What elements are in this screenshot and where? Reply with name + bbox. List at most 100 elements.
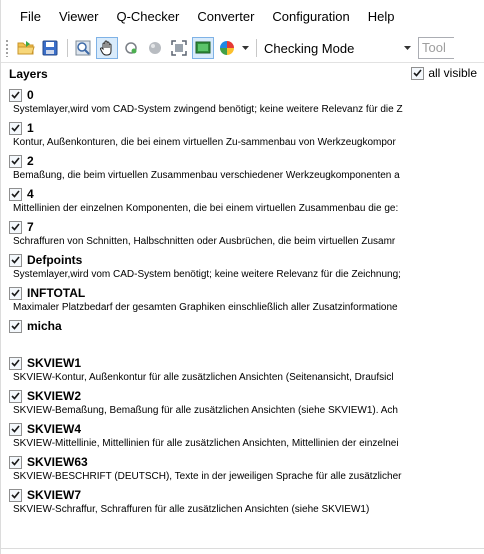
layer-item[interactable]: SKVIEW1 SKVIEW-Kontur, Außenkontur für al… [9,356,483,384]
layer-item[interactable]: 4 Mittellinien der einzelnen Komponenten,… [9,187,483,215]
layer-name: 7 [27,220,34,234]
layer-item[interactable]: 1 Kontur, Außenkonturen, die bei einem vi… [9,121,483,149]
sphere-icon [149,42,161,54]
layer-item[interactable]: INFTOTAL Maximaler Platzbedarf der gesamt… [9,286,483,314]
layer-description: Bemaßung, die beim virtuellen Zusammenba… [13,170,400,181]
menu-configuration[interactable]: Configuration [263,0,358,34]
menu-q-checker[interactable]: Q-Checker [107,0,188,34]
menu-file[interactable]: File [20,0,50,34]
layer-header: SKVIEW63 [9,455,483,469]
layer-description: Maximaler Platzbedarf der gesamten Graph… [13,302,398,313]
layer-description: SKVIEW-Mittellinie, Mittellinien für all… [13,438,399,449]
menu-converter[interactable]: Converter [188,0,263,34]
layer-item[interactable]: 2 Bemaßung, die beim virtuellen Zusammenb… [9,154,483,182]
zoom-button[interactable] [72,37,94,59]
layer-name: 1 [27,121,34,135]
layer-header: 7 [9,220,483,234]
layer-visible-checkbox[interactable] [9,154,22,168]
toolbar-separator [256,39,257,57]
checkbox[interactable] [411,66,425,80]
layers-panel: Layers all visible 0 Systemlayer,wird vom… [1,62,484,554]
layer-visible-checkbox[interactable] [9,286,22,300]
check-icon [11,322,20,330]
layer-header: SKVIEW2 [9,389,483,403]
layer-visible-checkbox[interactable] [9,389,22,403]
check-icon [11,359,20,367]
application-window: File Viewer Q-Checker Converter Configur… [0,0,484,554]
rotate-button[interactable] [120,37,142,59]
pan-hand-icon [100,40,112,56]
panel-border [1,548,484,549]
layer-item[interactable]: 7 Schraffuren von Schnitten, Halbschnitte… [9,220,483,248]
layer-visible-checkbox[interactable] [9,356,22,370]
mode-dropdown[interactable] [402,37,412,59]
panel-title: Layers [9,67,48,81]
screen-icon [195,41,211,54]
tool-input[interactable]: Tool [418,37,454,59]
layer-header: 2 [9,154,483,168]
layer-name: 0 [27,88,34,102]
save-icon [42,40,58,56]
screen-button[interactable] [192,37,214,59]
layer-name: SKVIEW4 [27,422,82,436]
layer-name: SKVIEW1 [27,356,82,370]
layer-name: INFTOTAL [27,286,86,300]
layer-visible-checkbox[interactable] [9,220,22,234]
layer-visible-checkbox[interactable] [9,88,22,102]
check-icon [11,91,20,99]
check-icon [11,392,20,400]
layer-item[interactable]: SKVIEW4 SKVIEW-Mittellinie, Mittellinien … [9,422,483,450]
layer-item[interactable]: micha [9,319,483,333]
layer-name: SKVIEW7 [27,488,82,502]
chevron-down-icon [403,46,411,50]
layer-header: 4 [9,187,483,201]
menu-help[interactable]: Help [359,0,404,34]
all-visible-label: all visible [428,66,477,80]
layer-description: Schraffuren von Schnitten, Halbschnitten… [13,236,396,247]
layer-item[interactable]: SKVIEW7 SKVIEW-Schraffur, Schraffuren für… [9,488,483,516]
color-dropdown[interactable] [240,37,250,59]
menu-viewer[interactable]: Viewer [50,0,108,34]
layer-name: SKVIEW2 [27,389,82,403]
check-icon [413,69,422,77]
zoom-icon [75,40,91,56]
layer-description: SKVIEW-Kontur, Außenkontur für alle zusä… [13,372,394,383]
mode-select[interactable]: Checking Mode [264,41,402,56]
check-icon [11,190,20,198]
layer-description: SKVIEW-Schraffur, Schraffuren für alle z… [13,504,370,515]
layer-description: SKVIEW-BESCHRIFT (DEUTSCH), Texte in der… [13,471,402,482]
layer-header: micha [9,319,483,333]
layer-description: Systemlayer,wird vom CAD-System benötigt… [13,269,401,280]
open-button[interactable] [15,37,37,59]
layer-header: SKVIEW1 [9,356,483,370]
layer-visible-checkbox[interactable] [9,455,22,469]
layer-item[interactable]: 0 Systemlayer,wird vom CAD-System zwingen… [9,88,483,116]
check-icon [11,157,20,165]
layer-header: Defpoints [9,253,483,267]
color-button[interactable] [216,37,238,59]
fit-button[interactable] [168,37,190,59]
layer-visible-checkbox[interactable] [9,121,22,135]
chevron-down-icon [241,46,249,50]
layer-description: Kontur, Außenkonturen, die bei einem vir… [13,137,396,148]
layer-item[interactable]: SKVIEW2 SKVIEW-Bemaßung, Bemaßung für all… [9,389,483,417]
layer-description: Systemlayer,wird vom CAD-System zwingend… [13,104,403,115]
layer-visible-checkbox[interactable] [9,488,22,502]
layer-description: SKVIEW-Bemaßung, Bemaßung für alle zusät… [13,405,398,416]
save-button[interactable] [39,37,61,59]
layer-visible-checkbox[interactable] [9,253,22,267]
layer-item[interactable]: SKVIEW63 SKVIEW-BESCHRIFT (DEUTSCH), Text… [9,455,483,483]
layer-visible-checkbox[interactable] [9,187,22,201]
layer-name: 4 [27,187,34,201]
sphere-button[interactable] [144,37,166,59]
layer-item[interactable]: Defpoints Systemlayer,wird vom CAD-System… [9,253,483,281]
fit-icon [171,40,187,56]
layer-visible-checkbox[interactable] [9,319,22,333]
toolbar-grip[interactable] [5,39,9,57]
layer-visible-checkbox[interactable] [9,422,22,436]
color-wheel-icon [220,41,234,55]
pan-button[interactable] [96,37,118,59]
open-folder-icon [17,41,35,55]
all-visible-checkbox[interactable]: all visible [411,66,477,80]
toolbar-separator [67,39,68,57]
